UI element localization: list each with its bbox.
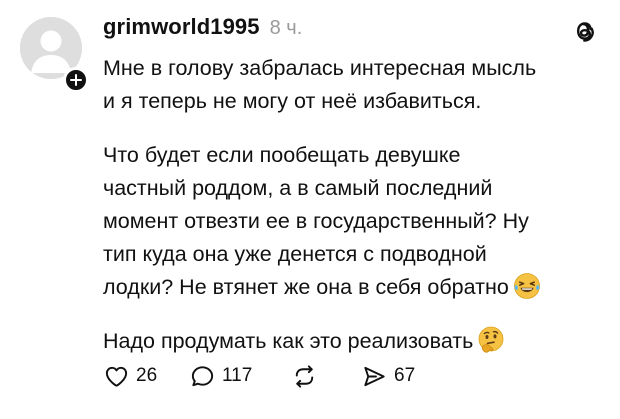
- like-button[interactable]: 26: [103, 363, 189, 390]
- threads-logo-icon: [576, 22, 594, 42]
- share-count: 67: [394, 365, 416, 386]
- thinking-emoji-icon: [478, 326, 504, 353]
- repost-icon: [295, 364, 314, 388]
- text-line: Надо продумать как это реализовать: [103, 329, 474, 353]
- post-paragraph: Мне в голову забралась интересная мысль …: [103, 52, 603, 118]
- text-line: Что будет если пообещать девушке: [103, 143, 461, 167]
- reply-count: 117: [222, 365, 253, 386]
- username[interactable]: grimworld1995: [103, 14, 260, 40]
- text-line: лодки? Не втянет же она в себя обратно: [103, 275, 509, 299]
- text-line-with-emoji: лодки? Не втянет же она в себя обратно: [103, 271, 603, 304]
- post-paragraph: Надо продумать как это реализовать: [103, 325, 603, 358]
- post-header: grimworld1995 8 ч.: [103, 14, 302, 40]
- reply-button[interactable]: 117: [189, 363, 291, 390]
- post-body: Мне в голову забралась интересная мысль …: [103, 52, 603, 379]
- post-time: 8 ч.: [269, 17, 303, 39]
- thread-post: grimworld1995 8 ч. Мне в голову забралас…: [0, 0, 620, 419]
- text-line: частный роддом, а в самый последний: [103, 176, 493, 200]
- text-line-with-emoji: Надо продумать как это реализовать: [103, 325, 603, 358]
- post-actions: 26 117 67: [103, 360, 441, 392]
- comment-icon: [191, 365, 214, 386]
- text-line: тип куда она уже денется с подводной: [103, 242, 487, 266]
- plus-icon: [70, 74, 82, 86]
- send-icon: [364, 366, 385, 386]
- repost-button[interactable]: [291, 363, 361, 390]
- like-count: 26: [136, 365, 158, 386]
- text-line: и я теперь не могу от неё избавиться.: [103, 89, 482, 113]
- text-line: Мне в голову забралась интересная мысль: [103, 56, 537, 80]
- heart-icon: [105, 366, 128, 387]
- laughing-emoji-icon: [513, 273, 540, 299]
- follow-button[interactable]: [63, 67, 89, 93]
- text-line: момент отвезти ее в государственный? Ну: [103, 209, 529, 233]
- post-paragraph: Что будет если пообещать девушке частный…: [103, 139, 603, 304]
- share-button[interactable]: 67: [361, 363, 441, 390]
